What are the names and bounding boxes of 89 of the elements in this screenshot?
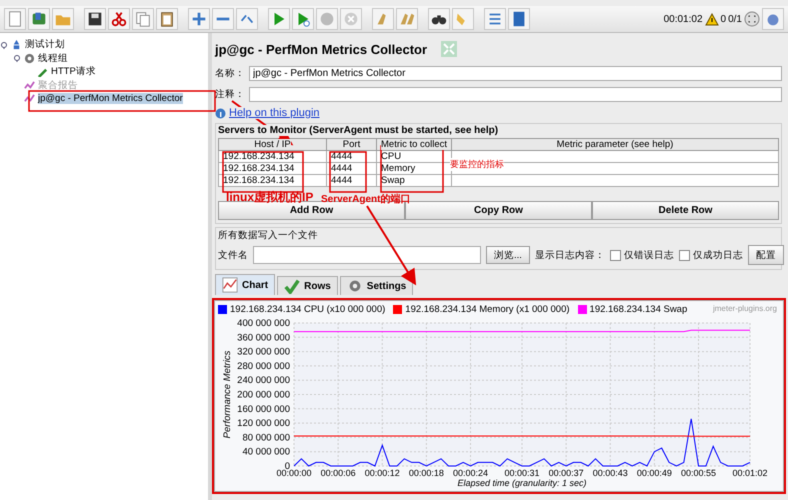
x-tick-label: 00:00:55 <box>681 468 716 478</box>
clipboard-icon[interactable] <box>156 8 178 30</box>
y-tick-label: 40 000 000 <box>242 446 290 458</box>
play-icon[interactable] <box>268 8 290 30</box>
y-axis-title: Performance Metrics <box>222 350 233 438</box>
log-content-label: 显示日志内容： <box>534 248 605 262</box>
tree-item[interactable]: 线程组 <box>38 52 68 65</box>
y-tick-label: 360 000 000 <box>237 332 290 344</box>
column-header[interactable]: Host / IP <box>254 139 291 150</box>
table-cell[interactable]: 4444 <box>326 162 376 174</box>
table-cell[interactable]: 192.168.234.134 <box>218 162 326 174</box>
x-axis-title: Elapsed time (granularity: 1 sec) <box>457 478 587 488</box>
checkbox[interactable] <box>678 250 690 260</box>
browse-button[interactable]: 浏览... <box>486 246 530 264</box>
chart-watermark: jmeter-plugins.org <box>712 304 777 313</box>
configure-button[interactable]: 配置 <box>748 245 784 265</box>
tree-item[interactable]: HTTP请求 <box>51 65 96 78</box>
cut-icon[interactable] <box>108 8 130 30</box>
warning-icon[interactable] <box>704 12 719 26</box>
x-tick-label: 00:00:18 <box>408 468 444 478</box>
plus-icon[interactable] <box>188 8 210 30</box>
comment-field[interactable] <box>249 86 782 102</box>
comment-label: 注释： <box>215 88 246 100</box>
y-tick-label: 320 000 000 <box>237 346 290 358</box>
new-file-icon[interactable] <box>4 8 26 30</box>
y-tick-label: 200 000 000 <box>237 390 290 400</box>
x-tick-label: 00:00:37 <box>548 468 584 478</box>
panel-title: jp@gc - PerfMon Metrics Collector <box>215 42 428 56</box>
column-header[interactable]: Metric parameter (see help) <box>556 139 674 150</box>
y-tick-label: 160 000 000 <box>237 404 290 415</box>
checkbox-label: 仅成功日志 <box>692 248 743 262</box>
legend-label: 192.168.234.134 Swap <box>590 304 688 314</box>
legend-label: 192.168.234.134 Memory (x1 000 000) <box>405 304 570 314</box>
y-tick-label: 400 000 000 <box>237 318 290 329</box>
minus-icon[interactable] <box>212 8 234 30</box>
column-header[interactable]: Metric to collect <box>381 139 447 150</box>
file-name-field[interactable] <box>253 246 481 264</box>
annotation-text: 要监控的指标 <box>450 158 504 171</box>
section-title: Servers to Monitor (ServerAgent must be started, see help) <box>218 125 498 136</box>
expand-toggle-icon[interactable] <box>13 54 21 62</box>
info-icon <box>215 108 226 118</box>
folder-icon[interactable] <box>52 8 74 30</box>
fullscreen-icon[interactable] <box>744 11 760 27</box>
x-tick-label: 00:00:06 <box>320 468 356 478</box>
x-tick-label: 00:00:31 <box>504 468 540 478</box>
checkmark-icon <box>284 278 300 294</box>
x-tick-label: 00:00:43 <box>592 468 628 478</box>
gear-icon <box>346 278 363 294</box>
copy-icon[interactable] <box>132 8 154 30</box>
play-no-pause-icon[interactable] <box>292 8 314 30</box>
y-tick-label: 280 000 000 <box>237 360 290 372</box>
tab[interactable]: Rows <box>277 276 338 295</box>
tree-item[interactable]: 测试计划 <box>25 38 65 52</box>
x-tick-label: 00:00:12 <box>364 468 400 478</box>
highlight-frame <box>329 151 367 193</box>
y-tick-label: 80 000 000 <box>242 432 290 444</box>
y-tick-label: 240 000 000 <box>237 375 290 386</box>
expand-toggle-icon[interactable] <box>0 40 8 49</box>
help-link[interactable]: Help on this plugin <box>229 107 320 119</box>
tab[interactable]: Chart <box>215 274 276 295</box>
row-action-button[interactable]: Delete Row <box>592 201 779 220</box>
table-cell[interactable]: 192.168.234.134 <box>218 150 326 162</box>
tab[interactable]: Settings <box>340 276 414 295</box>
table-cell[interactable]: 4444 <box>326 150 376 162</box>
save-icon[interactable] <box>84 8 106 30</box>
x-tick-label: 00:00:00 <box>276 468 312 478</box>
elapsed-time: 00:01:02 <box>664 14 703 24</box>
column-header[interactable]: Port <box>342 139 360 150</box>
tree-item[interactable]: jp@gc - PerfMon Metrics Collector <box>38 93 183 104</box>
table-cell[interactable]: 4444 <box>326 174 376 186</box>
table-cell[interactable]: 192.168.234.134 <box>218 174 326 186</box>
x-tick-label: 00:01:02 <box>732 468 768 478</box>
binoculars-icon[interactable] <box>428 8 450 30</box>
section-title: 所有数据写入一个文件 <box>218 229 318 242</box>
thread-count: 0/1 <box>728 14 742 24</box>
y-tick-label: 120 000 000 <box>237 418 290 430</box>
name-label: 名称： <box>215 66 246 80</box>
table-cell[interactable]: Swap <box>376 174 452 186</box>
x-tick-label: 00:00:49 <box>636 468 672 478</box>
checkbox[interactable] <box>610 250 621 260</box>
name-field[interactable]: jp@gc - PerfMon Metrics Collector <box>249 66 782 80</box>
checkbox-label: 仅错误日志 <box>624 248 674 262</box>
x-tick-label: 00:00:24 <box>453 468 488 478</box>
warning-count: 0 <box>720 14 726 24</box>
legend-label: 192.168.234.134 CPU (x10 000 000) <box>230 304 386 314</box>
file-name-label: 文件名 <box>218 248 248 262</box>
list-icon[interactable] <box>484 8 506 30</box>
chart-icon <box>222 277 238 293</box>
table-cell[interactable]: CPU <box>376 150 452 162</box>
